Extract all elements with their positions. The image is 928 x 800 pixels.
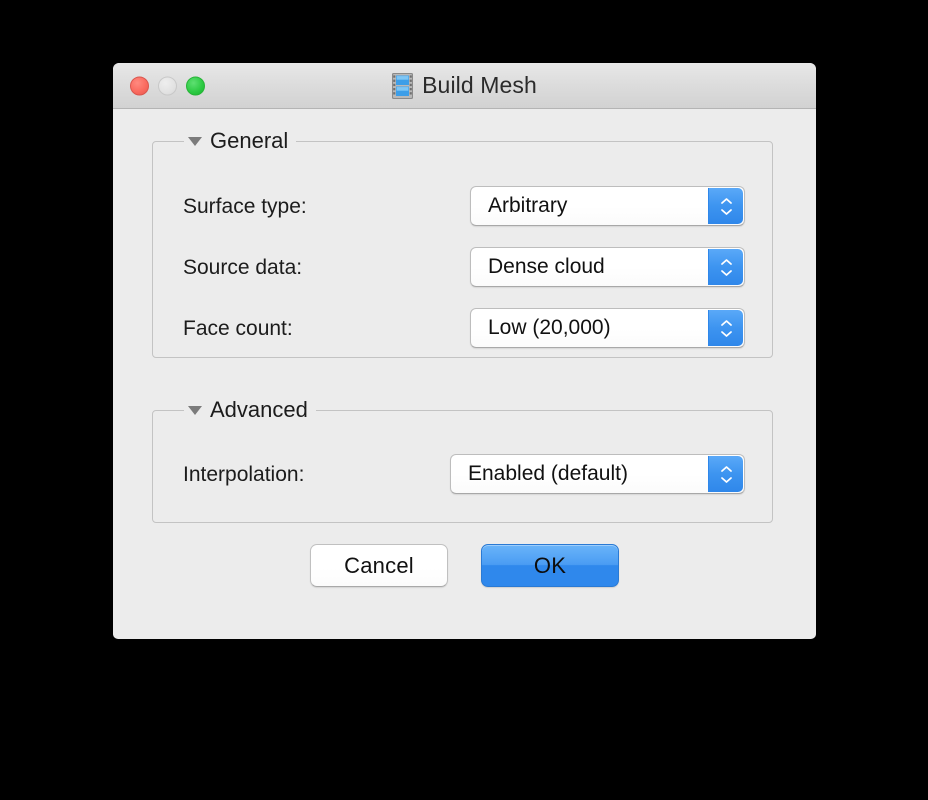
disclosure-triangle-icon[interactable] [188,136,202,146]
chevron-up-icon [720,319,732,326]
label-source-data: Source data: [183,256,303,279]
stepper-arrows-surface-type[interactable] [708,188,743,224]
chevron-down-icon [720,476,732,483]
group-general-title: General [210,128,289,153]
row-source-data: Source data: [183,247,302,289]
row-surface-type: Surface type: [183,186,307,228]
window-titlebar[interactable]: Build Mesh [113,63,816,109]
chevron-up-icon [720,197,732,204]
chevron-up-icon [720,258,732,265]
chevron-down-icon [720,269,732,276]
label-surface-type: Surface type: [183,195,307,218]
stepper-arrows-source-data[interactable] [708,249,743,285]
mesh-document-icon [392,72,414,99]
group-advanced-header[interactable]: Advanced [184,395,316,425]
dropdown-interpolation-value: Enabled (default) [468,462,628,485]
zoom-button[interactable] [186,76,205,95]
ok-button[interactable]: OK [481,544,619,587]
dialog-content: General Surface type: Arbitrary Source d… [113,109,816,639]
chevron-down-icon [720,330,732,337]
chevron-up-icon [720,465,732,472]
dropdown-face-count-value: Low (20,000) [488,316,611,339]
label-interpolation: Interpolation: [183,463,305,486]
group-advanced-title: Advanced [210,397,308,422]
dropdown-source-data-value: Dense cloud [488,255,605,278]
cancel-button[interactable]: Cancel [310,544,448,587]
group-general-header[interactable]: General [184,126,297,156]
stepper-arrows-face-count[interactable] [708,310,743,346]
dropdown-surface-type-value: Arbitrary [488,194,568,217]
traffic-lights [130,76,205,95]
row-face-count: Face count: [183,308,293,350]
dropdown-interpolation[interactable]: Enabled (default) [450,454,745,494]
window-title: Build Mesh [422,71,537,98]
title-group: Build Mesh [392,71,537,99]
chevron-down-icon [720,208,732,215]
close-button[interactable] [130,76,149,95]
disclosure-triangle-icon[interactable] [188,405,202,415]
dropdown-face-count[interactable]: Low (20,000) [470,308,745,348]
stepper-arrows-interpolation[interactable] [708,456,743,492]
dialog-button-bar: Cancel OK [113,544,816,587]
dropdown-surface-type[interactable]: Arbitrary [470,186,745,226]
minimize-button[interactable] [158,76,177,95]
label-face-count: Face count: [183,317,293,340]
dropdown-source-data[interactable]: Dense cloud [470,247,745,287]
build-mesh-dialog: Build Mesh General Surface type: Arbitra… [113,63,816,639]
row-interpolation: Interpolation: [183,454,304,496]
